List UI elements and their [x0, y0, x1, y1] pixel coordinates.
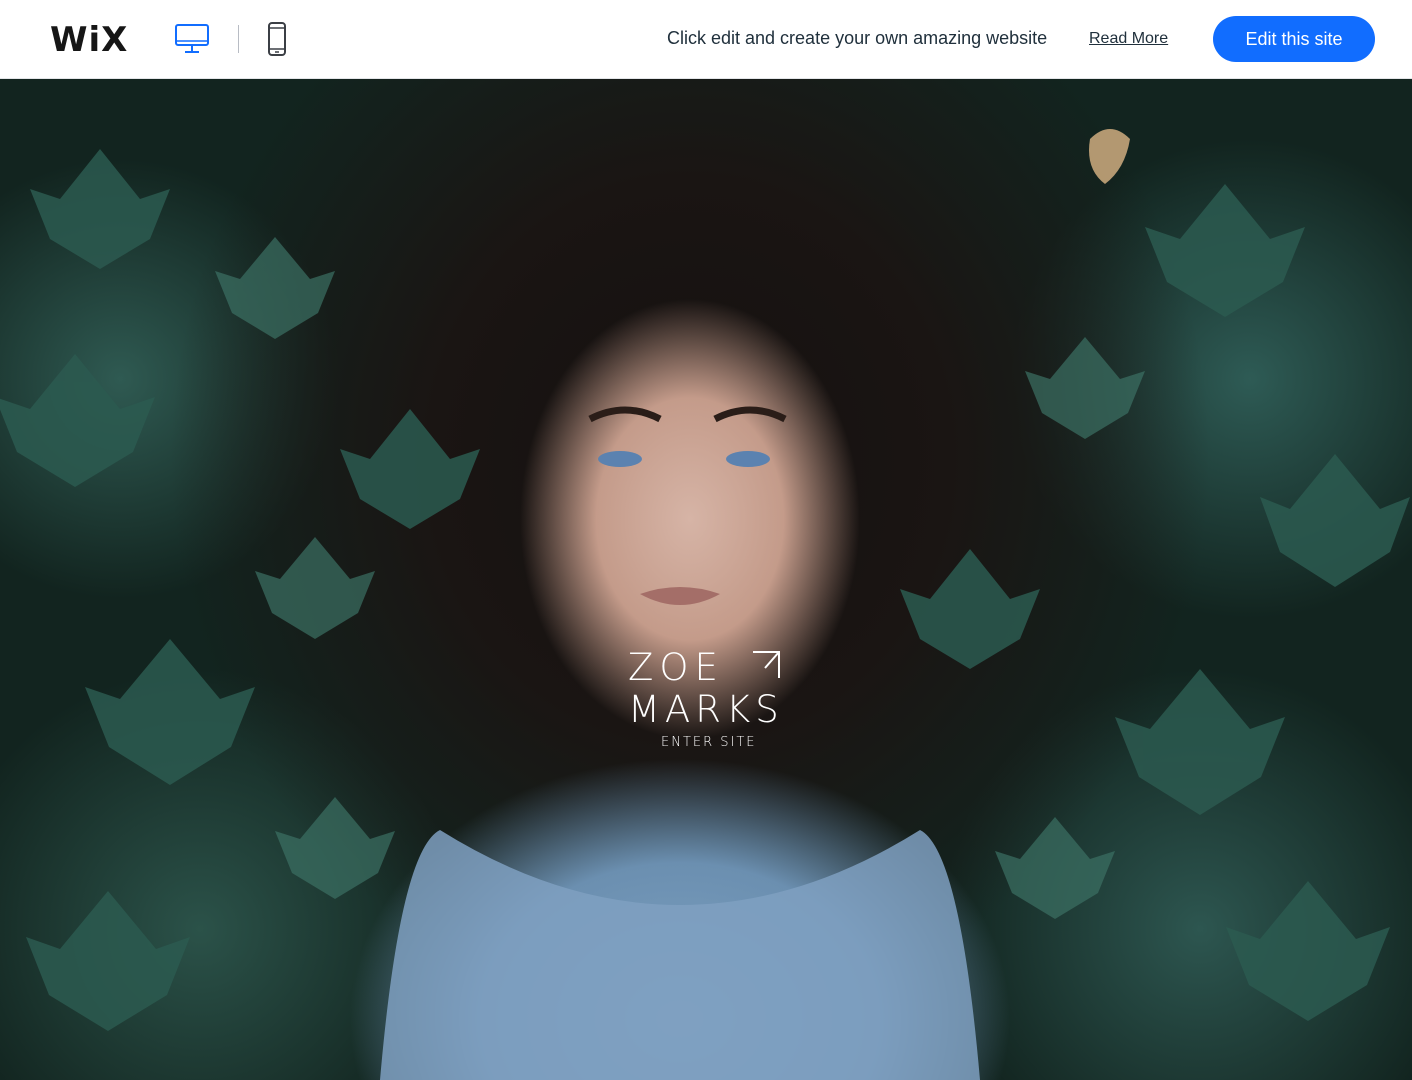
desktop-icon[interactable]	[174, 23, 210, 55]
ivy-leaves-decoration	[0, 129, 1410, 1080]
read-more-link[interactable]: Read More	[1089, 30, 1168, 48]
enter-site-link[interactable]: ENTER SITE	[661, 735, 798, 750]
hero-background: ZOE MARKS ENTER SITE	[0, 79, 1412, 1080]
corner-bracket-icon	[753, 651, 780, 678]
site-title-line2: MARKS	[628, 688, 784, 731]
mobile-icon[interactable]	[266, 22, 288, 56]
wix-logo[interactable]: WiX	[50, 20, 128, 60]
view-divider	[238, 25, 239, 53]
wix-top-bar: WiX Click edit and create your own amazi…	[0, 0, 1412, 79]
edit-this-site-button[interactable]: Edit this site	[1213, 16, 1375, 62]
promo-text: Click edit and create your own amazing w…	[667, 28, 1048, 48]
